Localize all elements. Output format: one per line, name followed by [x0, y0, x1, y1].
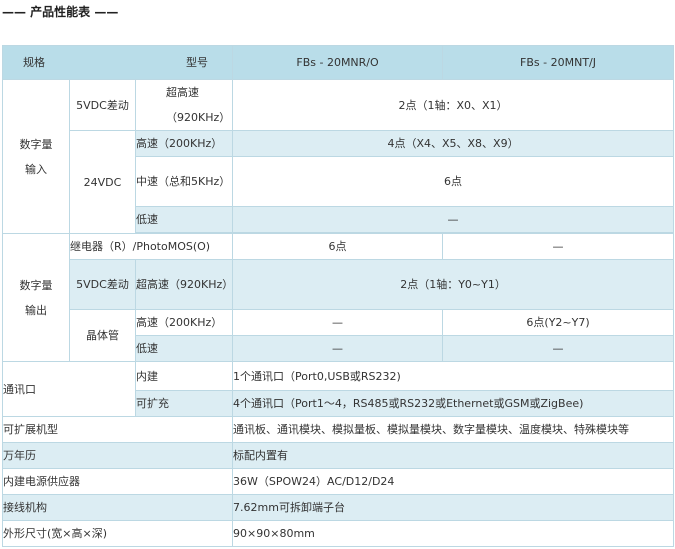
output-relay-value-a: 6点 [232, 233, 444, 260]
comm-builtin-row: 通讯口 内建 1个通讯口（Port0,USB或RS232) [2, 361, 675, 417]
input-high-label: 高速（200KHz） [134, 130, 234, 157]
output-ultra-row: 5VDC差动 超高速（920KHz） 2点（1轴：Y0~Y1） [2, 259, 675, 310]
input-high-value: 4点（X4、X5、X8、X9） [232, 130, 675, 157]
output-relay-label: 继电器（R）/PhotoMOS(O) [68, 233, 234, 260]
output-group-label: 数字量输出 [2, 233, 70, 362]
header-model-b: FBs - 20MNT/J [442, 45, 675, 80]
output-high-value-b: 6点(Y2~Y7) [442, 309, 675, 336]
header-spec-model: 规格 型号 [1, 45, 234, 80]
spec-row-value: 通讯板、通讯模块、模拟量板、模拟量模块、数字量模块、温度模块、特殊模块等 [232, 416, 675, 443]
output-low-label: 低速 [134, 335, 234, 362]
spec-row-value: 标配内置有 [232, 442, 675, 469]
output-high-row: 晶体管 高速（200KHz） — 6点(Y2~Y7) [3, 309, 675, 362]
comm-builtin-label: 内建 [134, 361, 234, 391]
input-high-row: 24VDC 高速（200KHz） 4点（X4、X5、X8、X9） [2, 130, 675, 234]
spec-row-label: 接线机构 [1, 494, 234, 521]
output-ultra-label: 超高速（920KHz） [134, 259, 234, 310]
header-row: 规格 型号 FBs - 20MNR/O FBs - 20MNT/J [1, 45, 675, 80]
spec-row: 外形尺寸(宽×高×深) 90×90×80mm [1, 520, 675, 547]
output-high-label: 高速（200KHz） [134, 309, 234, 336]
input-group-label: 数字量输入 [2, 79, 70, 234]
spec-row: 万年历 标配内置有 [1, 442, 675, 469]
header-spec: 规格 [23, 56, 45, 69]
output-high-value-a: — [232, 309, 444, 336]
input-low-label: 低速 [134, 206, 234, 233]
output-transistor-label: 晶体管 [69, 309, 136, 362]
spec-row-label: 可扩展机型 [1, 416, 234, 443]
input-mid-label: 中速（总和5KHz） [134, 156, 234, 207]
comm-label: 通讯口 [2, 361, 136, 417]
performance-table: 规格 型号 FBs - 20MNR/O FBs - 20MNT/J 数字量输入 … [1, 45, 675, 547]
page-heading: —— 产品性能表 —— [2, 5, 119, 19]
header-model-a: FBs - 20MNR/O [232, 45, 444, 80]
comm-expand-value: 4个通讯口（Port1～4，RS485或RS232或Ethernet或GSM或Z… [232, 390, 675, 417]
spec-row-label: 内建电源供应器 [1, 468, 234, 495]
input-ultra-row: 数字量输入 5VDC差动 超高速（920KHz） 2点（1轴：X0、X1） [2, 79, 675, 234]
spec-row: 内建电源供应器 36W（SPOW24）AC/D12/D24 [1, 468, 675, 495]
spec-row-label: 外形尺寸(宽×高×深) [1, 520, 234, 547]
comm-expand-label: 可扩充 [134, 390, 234, 417]
input-ultra-value: 2点（1轴：X0、X1） [232, 79, 675, 131]
spec-row: 可扩展机型 通讯板、通讯模块、模拟量板、模拟量模块、数字量模块、温度模块、特殊模… [1, 416, 675, 443]
spec-row-value: 36W（SPOW24）AC/D12/D24 [232, 468, 675, 495]
spec-row-value: 90×90×80mm [232, 520, 675, 547]
spec-row-value: 7.62mm可拆卸端子台 [232, 494, 675, 521]
output-low-value-b: — [442, 335, 675, 362]
input-low-value: — [232, 206, 675, 233]
header-model: 型号 [186, 56, 209, 69]
output-relay-value-b: — [442, 233, 675, 260]
comm-builtin-value: 1个通讯口（Port0,USB或RS232) [232, 361, 675, 391]
input-diff5v-label: 5VDC差动 [69, 79, 136, 131]
output-relay-row: 数字量输出 继电器（R）/PhotoMOS(O) 6点 — [2, 233, 675, 362]
spec-row-label: 万年历 [1, 442, 234, 469]
output-diff5v-label: 5VDC差动 [69, 259, 136, 310]
input-24vdc-label: 24VDC [69, 130, 136, 234]
spec-row: 接线机构 7.62mm可拆卸端子台 [1, 494, 675, 521]
input-ultra-label: 超高速（920KHz） [134, 79, 234, 131]
output-ultra-value: 2点（1轴：Y0~Y1） [232, 259, 675, 310]
output-low-value-a: — [232, 335, 444, 362]
input-mid-value: 6点 [232, 156, 675, 207]
